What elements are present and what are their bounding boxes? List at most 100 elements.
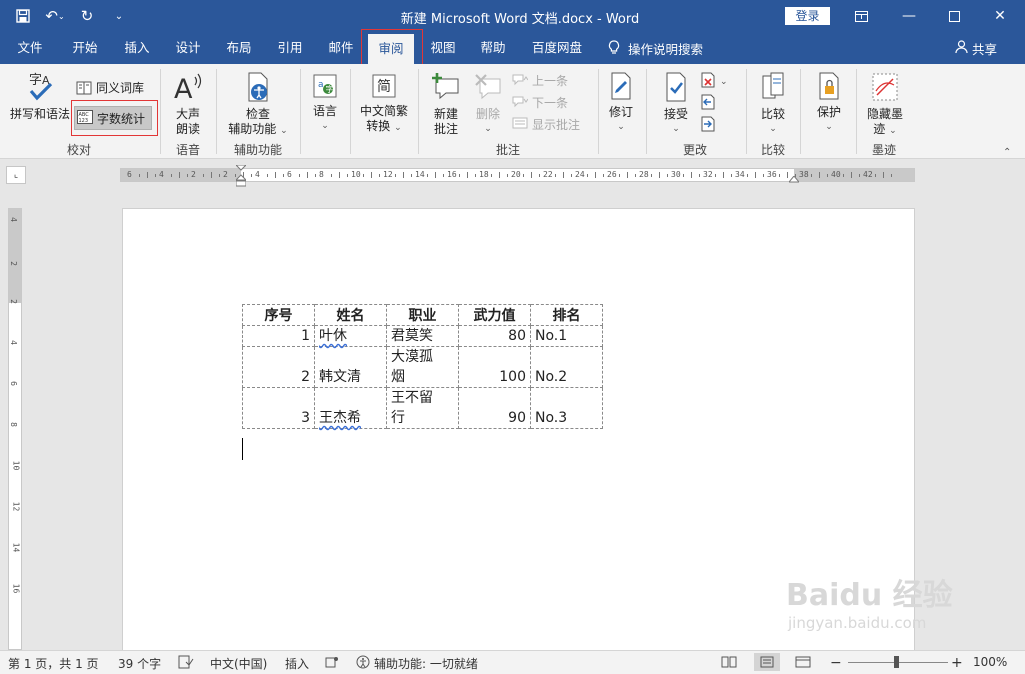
check-accessibility-button[interactable]: 检查 辅助功能 ⌄ xyxy=(222,70,294,139)
new-comment-button[interactable]: 新建 批注 xyxy=(424,70,468,137)
login-button[interactable]: 登录 xyxy=(785,7,830,25)
ruler-number: 18 xyxy=(479,170,489,179)
tell-me-search[interactable]: 操作说明搜索 xyxy=(608,39,703,58)
ribbon-separator xyxy=(216,69,217,154)
table-cell-rank[interactable]: No.2 xyxy=(530,346,603,388)
chinese-conversion-button[interactable]: 简 中文简繁 转换 ⌄ xyxy=(354,70,414,136)
save-icon[interactable] xyxy=(12,6,34,26)
compare-button[interactable]: 比较 ⌄ xyxy=(754,70,792,137)
tab-help[interactable]: 帮助 xyxy=(470,32,516,64)
undo-icon[interactable]: ↶ ⌄ xyxy=(44,6,66,26)
word-count-highlight xyxy=(71,100,158,136)
ruler-tick xyxy=(595,172,596,178)
insert-mode-status[interactable]: 插入 xyxy=(285,655,309,672)
next-change-button[interactable] xyxy=(700,116,716,135)
table-cell-job[interactable]: 大漠孤烟 xyxy=(386,346,459,388)
table-cell-no[interactable]: 2 xyxy=(242,346,315,388)
previous-comment-button[interactable]: 上一条 xyxy=(512,72,568,89)
table-cell-name[interactable]: 韩文清 xyxy=(314,346,387,388)
accept-button[interactable]: 接受 ⌄ xyxy=(656,70,696,137)
minimize-icon[interactable]: — xyxy=(887,4,931,28)
language-button[interactable]: a字 语言 ⌄ xyxy=(306,70,344,134)
ruler-number: 32 xyxy=(703,170,713,179)
document-table[interactable]: 序号 姓名 职业 武力值 排名 1 叶休 君莫笑 80 No.1 2 韩文清 大… xyxy=(242,304,603,429)
table-cell-job[interactable]: 君莫笑 xyxy=(386,325,459,347)
language-status[interactable]: 中文(中国) xyxy=(210,655,267,672)
table-cell-rank[interactable]: No.3 xyxy=(530,387,603,429)
ruler-tick xyxy=(139,174,140,177)
zoom-in-button[interactable]: + xyxy=(951,655,963,671)
tab-insert[interactable]: 插入 xyxy=(114,32,160,64)
ruler-tick xyxy=(507,174,508,177)
tab-design[interactable]: 设计 xyxy=(166,32,210,64)
collapse-ribbon-icon[interactable]: ⌃ xyxy=(1003,147,1011,158)
tab-selector-button[interactable]: ⌞ xyxy=(6,166,26,184)
accessibility-status[interactable]: 辅助功能: 一切就绪 xyxy=(356,655,478,672)
protect-button[interactable]: 保护 ⌄ xyxy=(810,70,848,135)
ruler-number: 4 xyxy=(159,170,164,179)
ruler-number: 24 xyxy=(575,170,585,179)
zoom-slider-thumb[interactable] xyxy=(894,656,899,668)
previous-change-button[interactable] xyxy=(700,94,716,113)
thesaurus-button[interactable]: 同义词库 xyxy=(76,79,144,96)
read-aloud-label-1: 大声 xyxy=(175,107,200,121)
hide-ink-button[interactable]: 隐藏墨 迹 ⌄ xyxy=(862,70,908,139)
tracking-label: 修订 xyxy=(608,105,633,119)
tab-baidu-netdisk[interactable]: 百度网盘 xyxy=(522,32,592,64)
table-cell-no[interactable]: 3 xyxy=(242,387,315,429)
misspelled-text: 叶休 xyxy=(319,328,347,344)
header-cell[interactable]: 职业 xyxy=(386,304,459,326)
ruler-tick xyxy=(659,172,660,178)
right-indent-marker[interactable] xyxy=(787,173,801,183)
table-cell-power[interactable]: 80 xyxy=(458,325,531,347)
tab-references[interactable]: 引用 xyxy=(268,32,312,64)
read-mode-icon[interactable] xyxy=(716,653,742,671)
table-cell-power[interactable]: 100 xyxy=(458,346,531,388)
ribbon-display-options-icon[interactable] xyxy=(839,4,883,28)
table-cell-no[interactable]: 1 xyxy=(242,325,315,347)
print-layout-icon[interactable] xyxy=(754,653,780,671)
table-cell-power[interactable]: 90 xyxy=(458,387,531,429)
header-cell[interactable]: 武力值 xyxy=(458,304,531,326)
ruler-tick xyxy=(347,174,348,177)
reject-change-button[interactable]: ⌄ xyxy=(700,72,728,91)
close-icon[interactable]: ✕ xyxy=(978,4,1022,28)
tab-file[interactable]: 文件 xyxy=(8,32,52,64)
redo-icon[interactable]: ↻ xyxy=(76,6,98,26)
table-cell-rank[interactable]: No.1 xyxy=(530,325,603,347)
table-row: 3 王杰希 王不留行 90 No.3 xyxy=(242,387,603,429)
page-count[interactable]: 第 1 页，共 1 页 xyxy=(8,655,99,672)
horizontal-ruler[interactable]: 6 4 2 2 4 6 8 10 12 14 16 18 20 22 24 26 28 30 32 34 36 38 40 4… xyxy=(120,164,915,187)
zoom-level[interactable]: 100% xyxy=(973,655,1007,669)
customize-qat-icon[interactable]: ⌄ xyxy=(108,6,130,26)
ruler-tick xyxy=(283,174,284,177)
proofing-status-icon[interactable] xyxy=(178,655,194,669)
tracking-button[interactable]: 修订 ⌄ xyxy=(602,70,640,135)
maximize-icon[interactable] xyxy=(932,4,976,28)
tab-mailings[interactable]: 邮件 xyxy=(318,32,364,64)
indent-marker[interactable] xyxy=(234,164,248,187)
read-aloud-button[interactable]: A 大声 朗读 xyxy=(166,70,210,137)
share-button[interactable]: 共享 xyxy=(955,39,997,58)
ruler-top-margin xyxy=(9,209,21,303)
show-comments-button[interactable]: 显示批注 xyxy=(512,116,580,133)
delete-comment-button[interactable]: 删除 ⌄ xyxy=(468,70,508,137)
header-cell[interactable]: 排名 xyxy=(530,304,603,326)
tab-home[interactable]: 开始 xyxy=(62,32,108,64)
spelling-grammar-button[interactable]: 字A 拼写和语法 xyxy=(8,70,72,122)
watermark-main: Baidu 经验 xyxy=(786,578,953,613)
tab-layout[interactable]: 布局 xyxy=(216,32,262,64)
table-cell-name[interactable]: 叶休 xyxy=(314,325,387,347)
ruler-tick xyxy=(267,174,268,177)
table-cell-name[interactable]: 王杰希 xyxy=(314,387,387,429)
zoom-out-button[interactable]: − xyxy=(830,655,842,671)
next-comment-button[interactable]: 下一条 xyxy=(512,94,568,111)
tab-view[interactable]: 视图 xyxy=(420,32,466,64)
vertical-ruler[interactable]: 4 2 2 4 6 8 10 12 14 16 xyxy=(8,208,22,650)
macro-record-icon[interactable] xyxy=(325,655,339,669)
header-cell[interactable]: 姓名 xyxy=(314,304,387,326)
web-layout-icon[interactable] xyxy=(790,653,816,671)
table-cell-job[interactable]: 王不留行 xyxy=(386,387,459,429)
header-cell[interactable]: 序号 xyxy=(242,304,315,326)
word-count-status[interactable]: 39 个字 xyxy=(118,655,161,672)
